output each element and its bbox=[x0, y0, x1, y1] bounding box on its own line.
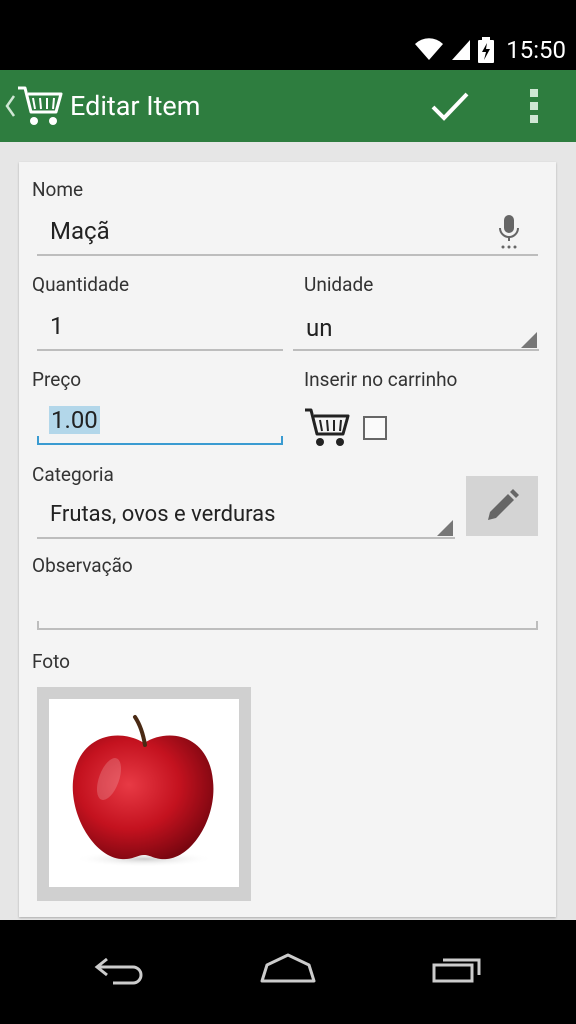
microphone-icon[interactable] bbox=[497, 214, 521, 250]
status-icons: 15:50 bbox=[414, 36, 566, 64]
status-bar: 15:50 bbox=[0, 0, 576, 70]
observacao-underline-left-tick bbox=[37, 621, 39, 630]
preco-underline-right-tick bbox=[281, 436, 283, 445]
save-button[interactable] bbox=[424, 80, 476, 132]
back-icon bbox=[94, 957, 143, 985]
overflow-menu-button[interactable] bbox=[514, 80, 554, 132]
nav-recents-button[interactable] bbox=[418, 938, 498, 998]
observacao-underline bbox=[37, 628, 538, 630]
pencil-icon bbox=[488, 489, 519, 520]
signal-icon bbox=[452, 40, 471, 60]
cart-icon bbox=[18, 86, 63, 125]
overflow-menu-icon bbox=[530, 89, 538, 123]
categoria-value: Frutas, ovos e verduras bbox=[50, 502, 276, 527]
nav-home-button[interactable] bbox=[248, 938, 328, 998]
recents-icon bbox=[432, 958, 481, 983]
apple-photo bbox=[49, 699, 239, 887]
inserir-checkbox[interactable] bbox=[363, 416, 387, 440]
foto-label: Foto bbox=[32, 650, 71, 673]
edit-category-button[interactable] bbox=[466, 476, 538, 536]
unidade-underline bbox=[293, 349, 539, 351]
photo-button[interactable] bbox=[37, 687, 251, 901]
preco-underline bbox=[37, 443, 283, 445]
unidade-label: Unidade bbox=[304, 273, 374, 296]
nome-label: Nome bbox=[32, 178, 84, 201]
wifi-icon bbox=[415, 38, 444, 60]
dropdown-arrow-icon bbox=[437, 520, 453, 536]
observacao-underline-right-tick bbox=[536, 621, 538, 630]
status-time: 15:50 bbox=[506, 36, 566, 64]
cart-icon bbox=[305, 408, 350, 446]
item-form-card: Nome Maçã Quantidade 1 Unidade un Preço … bbox=[19, 162, 556, 917]
preco-selected-text: 1.00 bbox=[49, 406, 100, 434]
back-chevron-icon bbox=[5, 95, 16, 117]
unidade-spinner[interactable]: un bbox=[293, 302, 539, 352]
content-area: Nome Maçã Quantidade 1 Unidade un Preço … bbox=[0, 142, 576, 920]
preco-underline-left-tick bbox=[37, 436, 39, 445]
up-navigation[interactable] bbox=[0, 70, 64, 142]
categoria-spinner[interactable]: Frutas, ovos e verduras bbox=[37, 492, 455, 540]
preco-label: Preço bbox=[32, 368, 82, 391]
check-icon bbox=[431, 92, 469, 121]
categoria-label: Categoria bbox=[32, 463, 114, 486]
inserir-label: Inserir no carrinho bbox=[304, 368, 458, 391]
unidade-value: un bbox=[306, 314, 333, 342]
apple-image bbox=[72, 715, 214, 867]
categoria-underline bbox=[37, 537, 455, 539]
nav-back-button[interactable] bbox=[80, 938, 160, 998]
battery-charging-icon bbox=[478, 37, 495, 63]
page-title: Editar Item bbox=[70, 90, 201, 122]
preco-input[interactable]: 1.00 bbox=[49, 406, 100, 434]
nome-underline bbox=[37, 254, 538, 256]
app-bar: Editar Item bbox=[0, 70, 576, 142]
home-icon bbox=[260, 953, 316, 983]
quantidade-input[interactable]: 1 bbox=[50, 312, 64, 340]
quantidade-underline bbox=[37, 349, 283, 351]
navigation-bar bbox=[0, 920, 576, 1024]
observacao-label: Observação bbox=[32, 554, 133, 577]
nome-input[interactable]: Maçã bbox=[50, 217, 110, 245]
dropdown-arrow-icon bbox=[521, 332, 537, 348]
quantidade-label: Quantidade bbox=[32, 273, 130, 296]
